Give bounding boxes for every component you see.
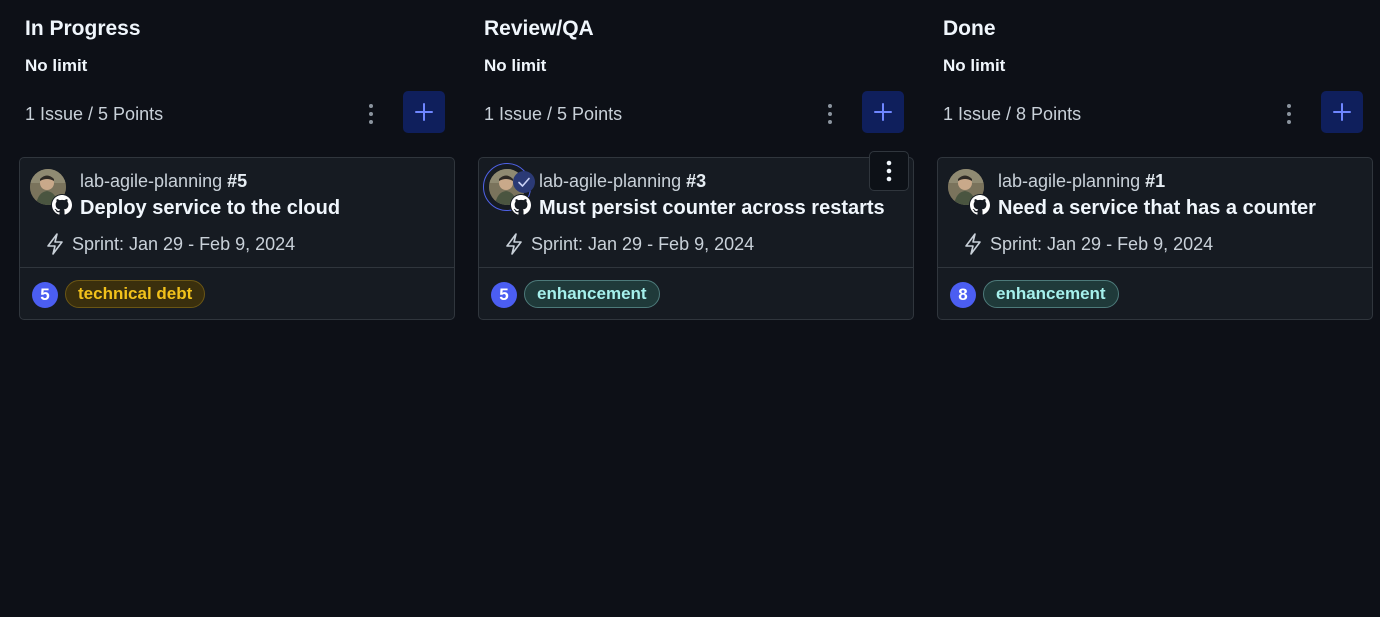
- add-item-button[interactable]: [1321, 91, 1363, 133]
- board: In Progress No limit 1 Issue / 5 Points: [0, 0, 1380, 617]
- avatar-group: [948, 169, 991, 216]
- repo-name: lab-agile-planning: [998, 171, 1141, 191]
- column-limit: No limit: [484, 56, 547, 75]
- avatar-group: [30, 169, 73, 216]
- story-points-badge: 5: [32, 282, 58, 308]
- sprint-label: Sprint: Jan 29 - Feb 9, 2024: [990, 233, 1214, 254]
- repo-name: lab-agile-planning: [80, 171, 223, 191]
- check-icon[interactable]: [513, 171, 535, 193]
- add-item-button[interactable]: [403, 91, 445, 133]
- column-menu-button[interactable]: [1277, 100, 1301, 128]
- column-menu-button[interactable]: [818, 100, 842, 128]
- issue-number: #3: [686, 171, 707, 191]
- plus-icon: [415, 103, 433, 121]
- repo-name: lab-agile-planning: [539, 171, 682, 191]
- column-title: In Progress: [25, 17, 141, 40]
- card-divider: [938, 267, 1372, 268]
- issue-number: #1: [1145, 171, 1166, 191]
- story-points-badge: 5: [491, 282, 517, 308]
- column-done: Done No limit 1 Issue / 8 Points lab-agi…: [937, 0, 1375, 617]
- issue-title[interactable]: Must persist counter across restarts: [539, 197, 885, 220]
- issue-repo[interactable]: lab-agile-planning #1: [998, 171, 1165, 192]
- card-divider: [479, 267, 913, 268]
- lightning-icon: [965, 233, 981, 255]
- issue-sprint: Sprint: Jan 29 - Feb 9, 2024: [503, 232, 754, 256]
- issue-label[interactable]: enhancement: [524, 280, 660, 308]
- plus-icon: [1333, 103, 1351, 121]
- story-points-badge: 8: [950, 282, 976, 308]
- kebab-icon: [369, 104, 373, 124]
- plus-icon: [874, 103, 892, 121]
- issue-sprint: Sprint: Jan 29 - Feb 9, 2024: [44, 232, 295, 256]
- github-icon: [969, 194, 991, 216]
- add-item-button[interactable]: [862, 91, 904, 133]
- lightning-icon: [47, 233, 63, 255]
- kebab-icon: [1287, 104, 1291, 124]
- issue-card[interactable]: lab-agile-planning #1 Need a service tha…: [937, 157, 1373, 320]
- issue-title[interactable]: Need a service that has a counter: [998, 197, 1316, 220]
- column-limit: No limit: [25, 56, 88, 75]
- issue-number: #5: [227, 171, 248, 191]
- card-divider: [20, 267, 454, 268]
- column-limit: No limit: [943, 56, 1006, 75]
- avatar-group: [483, 163, 535, 216]
- issue-card[interactable]: lab-agile-planning #3 Must persist count…: [478, 151, 914, 320]
- kebab-icon: [886, 160, 892, 182]
- column-in-progress: In Progress No limit 1 Issue / 5 Points: [19, 0, 457, 617]
- issue-card[interactable]: lab-agile-planning #5 Deploy service to …: [19, 157, 455, 320]
- issue-title[interactable]: Deploy service to the cloud: [80, 197, 340, 220]
- lightning-icon: [506, 233, 522, 255]
- sprint-label: Sprint: Jan 29 - Feb 9, 2024: [72, 233, 296, 254]
- card-menu-button[interactable]: [869, 151, 909, 191]
- github-icon: [510, 194, 532, 216]
- github-icon: [51, 194, 73, 216]
- column-count: 1 Issue / 8 Points: [943, 104, 1082, 124]
- kebab-icon: [828, 104, 832, 124]
- column-review-qa: Review/QA No limit 1 Issue / 5 Points la…: [478, 0, 916, 617]
- issue-label[interactable]: technical debt: [65, 280, 206, 308]
- issue-label[interactable]: enhancement: [983, 280, 1119, 308]
- column-count: 1 Issue / 5 Points: [484, 104, 623, 124]
- issue-sprint: Sprint: Jan 29 - Feb 9, 2024: [962, 232, 1213, 256]
- column-title: Done: [943, 17, 996, 40]
- issue-repo[interactable]: lab-agile-planning #5: [80, 171, 247, 192]
- column-count: 1 Issue / 5 Points: [25, 104, 164, 124]
- sprint-label: Sprint: Jan 29 - Feb 9, 2024: [531, 233, 755, 254]
- column-title: Review/QA: [484, 17, 594, 40]
- column-menu-button[interactable]: [359, 100, 383, 128]
- issue-repo[interactable]: lab-agile-planning #3: [539, 171, 706, 192]
